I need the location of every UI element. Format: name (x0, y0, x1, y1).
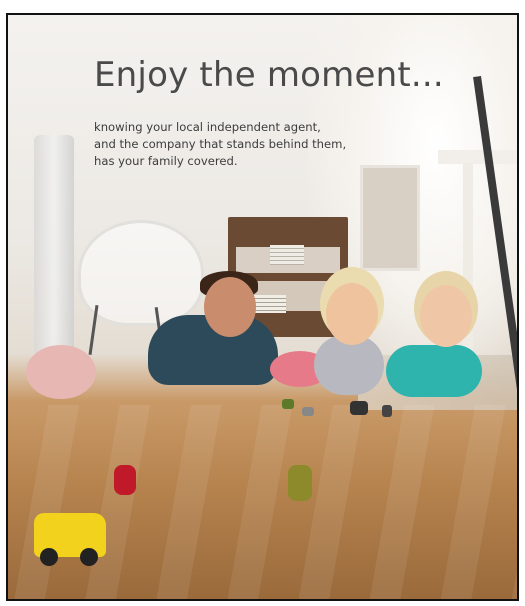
hero-banner: Enjoy the moment... knowing your local i… (6, 13, 519, 601)
girl-head-right (420, 285, 472, 347)
girl-head-center (326, 283, 378, 345)
chair-leg (88, 305, 99, 355)
tagline-line: knowing your local independent agent, (94, 120, 321, 134)
tagline: knowing your local independent agent, an… (94, 119, 346, 170)
toy-car-yellow (34, 513, 106, 566)
toy-car (382, 405, 392, 417)
tagline-line: and the company that stands behind them, (94, 137, 347, 151)
girl-figure-right (386, 345, 482, 397)
teddy-bear (26, 345, 96, 399)
father-head (204, 277, 256, 337)
toy-car (282, 399, 294, 409)
toy-car-red (114, 465, 136, 495)
toy-car (302, 407, 314, 416)
toy-car-green (288, 465, 312, 501)
desk-decor (438, 150, 517, 164)
radiator-decor (34, 135, 74, 355)
wall-frame-decor (360, 165, 420, 271)
wood-floor (8, 405, 517, 599)
toy-car (350, 401, 368, 415)
headline: Enjoy the moment... (94, 55, 444, 95)
tagline-line: has your family covered. (94, 154, 238, 168)
books-decor (270, 245, 304, 265)
